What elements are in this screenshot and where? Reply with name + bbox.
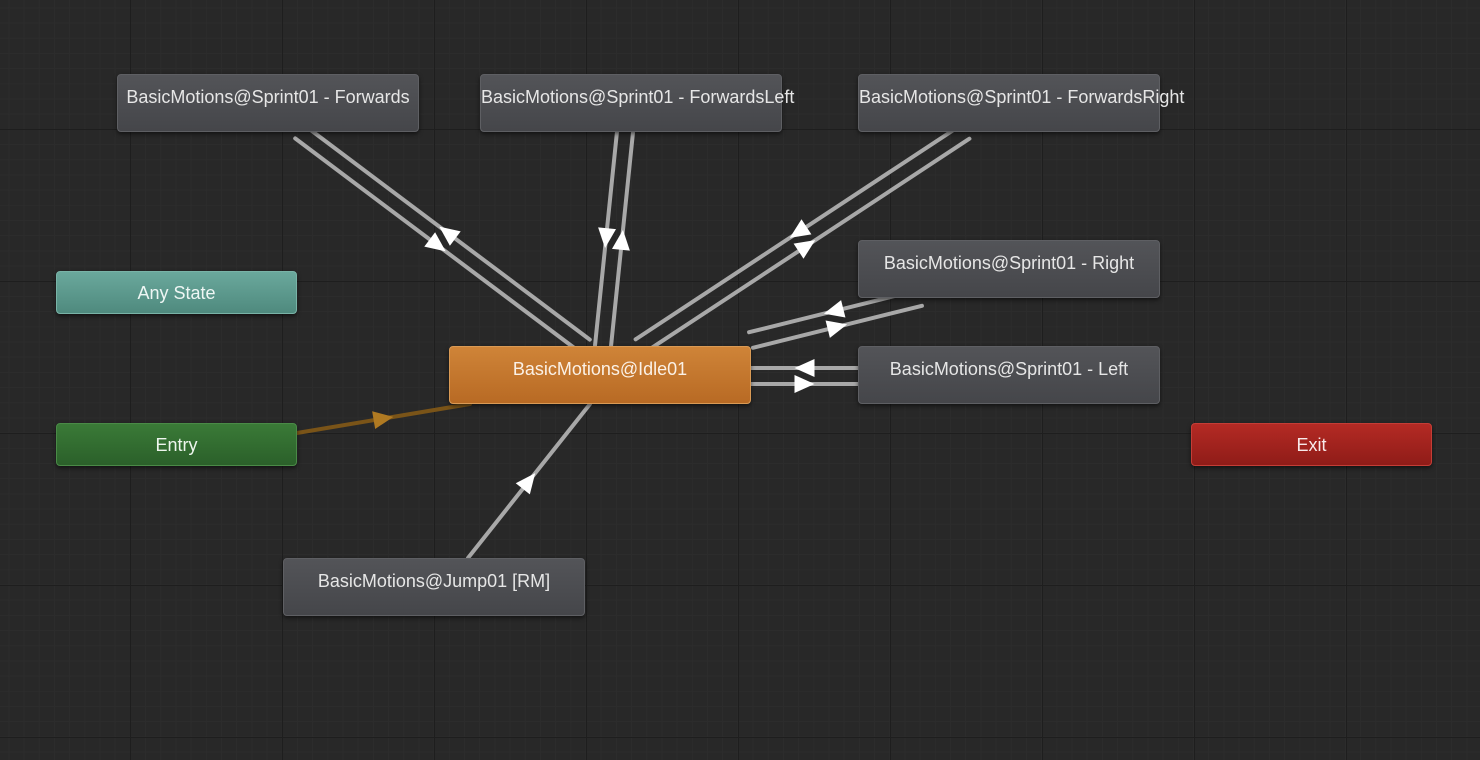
transition-sprint_right-to-idle-arrowhead[interactable]: [823, 300, 846, 318]
state-sprint-forwards-left[interactable]: BasicMotions@Sprint01 - ForwardsLeft: [480, 74, 795, 132]
transition-idle-to-sprint_left-arrowhead[interactable]: [794, 375, 815, 393]
transition-sprint_left-to-idle-arrowhead[interactable]: [794, 359, 815, 377]
state-sprint-left[interactable]: BasicMotions@Sprint01 - Left: [858, 346, 1160, 404]
state-label: BasicMotions@Sprint01 - Right: [883, 253, 1135, 273]
transition-idle-to-sprint_forwards_right-arrowhead[interactable]: [793, 240, 816, 259]
any-state-node[interactable]: Any State: [56, 271, 297, 314]
transition-idle-to-sprint_forwards-arrowhead[interactable]: [439, 226, 461, 246]
exit-label: Exit: [1296, 435, 1327, 455]
state-label: BasicMotions@Sprint01 - ForwardsRight: [859, 87, 1185, 107]
animator-graph-canvas[interactable]: Any State Entry Exit BasicMotions@Sprint…: [0, 0, 1480, 760]
entry-label: Entry: [155, 435, 198, 455]
state-label: BasicMotions@Sprint01 - Left: [889, 359, 1129, 379]
state-jump[interactable]: BasicMotions@Jump01 [RM]: [283, 558, 585, 616]
transition-entry-to-idle-arrowhead[interactable]: [372, 411, 394, 430]
state-label: BasicMotions@Sprint01 - ForwardsLeft: [481, 87, 795, 107]
transition-sprint_forwards-to-idle-arrowhead[interactable]: [424, 232, 446, 252]
state-idle-default[interactable]: BasicMotions@Idle01: [449, 346, 751, 404]
state-sprint-right[interactable]: BasicMotions@Sprint01 - Right: [858, 240, 1160, 298]
state-label: BasicMotions@Idle01: [512, 359, 688, 379]
transition-sprint_forwards_right-to-idle-arrowhead[interactable]: [789, 219, 812, 238]
entry-node[interactable]: Entry: [56, 423, 297, 466]
state-sprint-forwards-right[interactable]: BasicMotions@Sprint01 - ForwardsRight: [858, 74, 1185, 132]
any-state-label: Any State: [137, 283, 216, 303]
exit-node[interactable]: Exit: [1191, 423, 1432, 466]
state-label: BasicMotions@Jump01 [RM]: [317, 571, 551, 591]
state-label: BasicMotions@Sprint01 - Forwards: [126, 87, 410, 107]
state-sprint-forwards[interactable]: BasicMotions@Sprint01 - Forwards: [117, 74, 419, 132]
transition-idle-to-sprint_right-arrowhead[interactable]: [825, 320, 848, 338]
